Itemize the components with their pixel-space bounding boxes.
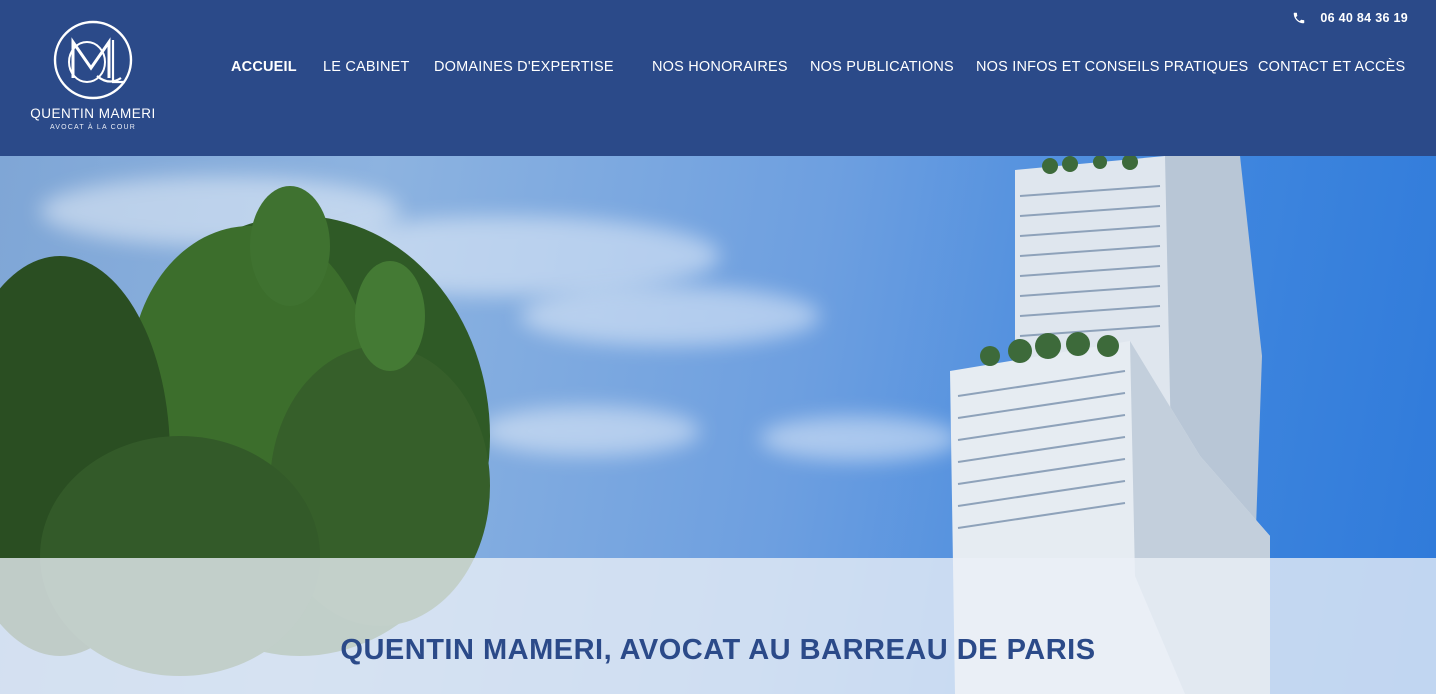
nav-item-nos-publications[interactable]: NOS PUBLICATIONS [810,57,954,77]
phone-icon [1294,12,1305,24]
hero-banner: QUENTIN MAMERI, AVOCAT AU BARREAU DE PAR… [0,156,1436,694]
nav-item-accueil[interactable]: ACCUEIL [231,57,297,77]
phone-link[interactable]: 06 40 84 36 19 [1292,9,1408,27]
phone-number: 06 40 84 36 19 [1320,11,1408,25]
nav-item-nos-honoraires[interactable]: NOS HONORAIRES [652,57,788,77]
nav-item-infos-conseils[interactable]: NOS INFOS ET CONSEILS PRATIQUES [976,57,1248,77]
logo[interactable]: QUENTIN MAMERI AVOCAT À LA COUR [30,20,156,140]
site-header: QUENTIN MAMERI AVOCAT À LA COUR 06 40 84… [0,0,1436,156]
hero-title: QUENTIN MAMERI, AVOCAT AU BARREAU DE PAR… [340,634,1096,666]
brand-subtitle: AVOCAT À LA COUR [49,124,137,131]
hero-caption-band [0,558,1436,694]
main-nav: ACCUEIL LE CABINET DOMAINES D'EXPERTISE … [0,57,1436,79]
nav-item-le-cabinet[interactable]: LE CABINET [323,57,410,77]
nav-item-contact-acces[interactable]: CONTACT ET ACCÈS [1258,57,1405,77]
brand-name: QUENTIN MAMERI [30,106,156,121]
nav-item-domaines-expertise[interactable]: DOMAINES D'EXPERTISE [434,57,614,77]
